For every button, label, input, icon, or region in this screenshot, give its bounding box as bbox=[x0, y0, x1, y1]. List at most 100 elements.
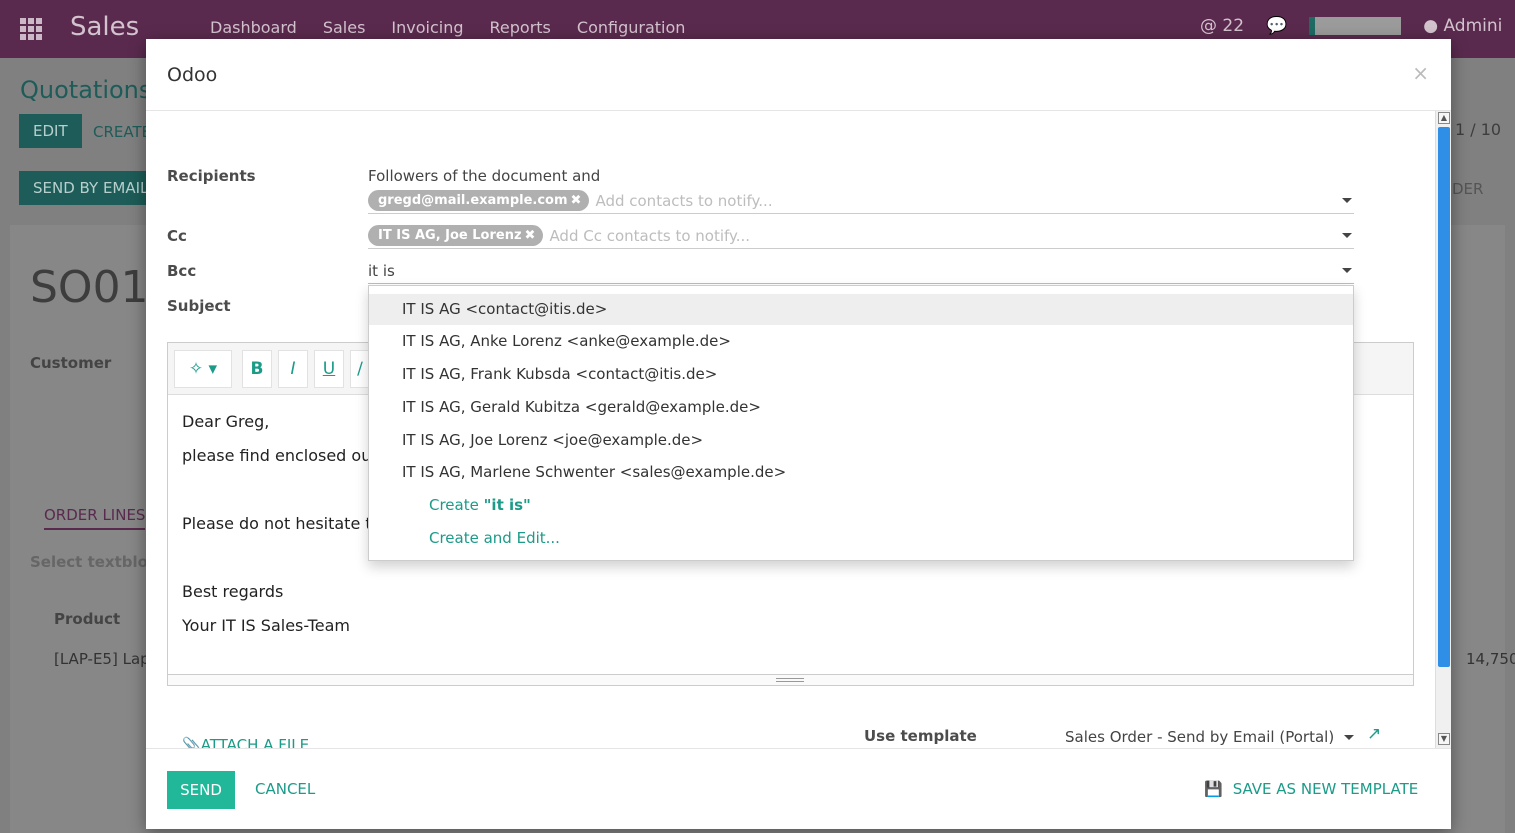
cc-field[interactable]: IT IS AG, Joe Lorenz ✖ bbox=[368, 223, 1354, 249]
notification-count: 22 bbox=[1222, 16, 1245, 36]
progress-box bbox=[1309, 17, 1402, 35]
editor-line: Dear Greg, bbox=[182, 412, 270, 431]
menu-configuration[interactable]: Configuration bbox=[577, 18, 686, 37]
recipient-tag-label: gregd@mail.example.com bbox=[378, 193, 568, 208]
cancel-button[interactable]: CANCEL bbox=[255, 780, 315, 798]
chevron-down-icon[interactable] bbox=[1342, 233, 1352, 238]
recipients-label: Recipients bbox=[167, 167, 256, 185]
attach-file-label: ATTACH A FILE bbox=[200, 736, 310, 748]
cc-tag-label: IT IS AG, Joe Lorenz bbox=[378, 228, 522, 243]
paperclip-icon: 📎 bbox=[182, 736, 201, 748]
customer-label: Customer bbox=[30, 354, 112, 372]
create-button[interactable]: CREATE bbox=[93, 123, 151, 141]
cc-input[interactable] bbox=[549, 226, 1150, 245]
editor-resize-handle[interactable] bbox=[168, 674, 1413, 685]
create-quick-option[interactable]: Create "it is" bbox=[429, 490, 531, 521]
pager: 1 / 10 bbox=[1455, 120, 1502, 139]
chevron-down-icon[interactable] bbox=[1342, 268, 1352, 273]
recipients-input[interactable] bbox=[595, 191, 1196, 210]
dialog-title: Odoo bbox=[167, 64, 218, 86]
status-step[interactable]: DER bbox=[1452, 180, 1483, 198]
editor-line: Please do not hesitate t bbox=[182, 514, 372, 533]
send-by-email-button[interactable]: SEND BY EMAIL bbox=[19, 171, 163, 205]
remove-tag-icon[interactable]: ✖ bbox=[571, 193, 582, 208]
italic-button[interactable]: I bbox=[278, 350, 308, 388]
autocomplete-option[interactable]: IT IS AG, Marlene Schwenter <sales@examp… bbox=[369, 457, 1353, 488]
close-icon[interactable]: × bbox=[1412, 61, 1429, 85]
editor-line bbox=[182, 541, 372, 575]
underline-icon: U bbox=[322, 359, 336, 379]
user-name: Admini bbox=[1443, 16, 1503, 36]
menu-dashboard[interactable]: Dashboard bbox=[210, 18, 297, 37]
bold-icon: B bbox=[250, 359, 264, 379]
save-template-label: SAVE AS NEW TEMPLATE bbox=[1232, 780, 1419, 798]
chat-icon[interactable]: 💬 bbox=[1266, 16, 1287, 36]
edit-button[interactable]: EDIT bbox=[19, 114, 82, 148]
scroll-down-icon[interactable]: ▼ bbox=[1438, 733, 1450, 745]
product-header: Product bbox=[54, 610, 121, 628]
tab-order-lines[interactable]: ORDER LINES bbox=[44, 506, 146, 530]
apps-grid-icon[interactable] bbox=[20, 18, 42, 40]
product-row[interactable]: [LAP-E5] Lap bbox=[54, 650, 150, 668]
save-as-template-button[interactable]: 💾 SAVE AS NEW TEMPLATE bbox=[1204, 780, 1418, 798]
chevron-down-icon[interactable] bbox=[1344, 735, 1354, 740]
cc-label: Cc bbox=[167, 227, 187, 245]
autocomplete-option[interactable]: IT IS AG <contact@itis.de> bbox=[369, 294, 1353, 325]
breadcrumb[interactable]: Quotations bbox=[20, 76, 151, 104]
autocomplete-option[interactable]: IT IS AG, Joe Lorenz <joe@example.de> bbox=[369, 425, 1353, 456]
autocomplete-option[interactable]: IT IS AG, Anke Lorenz <anke@example.de> bbox=[369, 326, 1353, 357]
grip-icon bbox=[776, 678, 804, 682]
template-select[interactable]: Sales Order - Send by Email (Portal) bbox=[1065, 728, 1335, 746]
menu-sales[interactable]: Sales bbox=[323, 18, 366, 37]
eraser-button[interactable]: ∕ bbox=[350, 350, 370, 388]
bcc-field[interactable] bbox=[368, 258, 1354, 284]
autocomplete-option[interactable]: IT IS AG, Frank Kubsda <contact@itis.de> bbox=[369, 359, 1353, 390]
send-button[interactable]: SEND bbox=[167, 771, 235, 809]
magic-wand-icon: ✧ ▾ bbox=[188, 359, 218, 379]
editor-line: Your IT IS Sales-Team bbox=[182, 616, 350, 635]
dialog-body: Recipients Followers of the document and… bbox=[146, 111, 1436, 748]
amount-cell: 14,750 bbox=[1466, 650, 1515, 668]
underline-button[interactable]: U bbox=[314, 350, 344, 388]
remove-tag-icon[interactable]: ✖ bbox=[525, 228, 536, 243]
mentions-counter[interactable]: @ 22 bbox=[1200, 16, 1244, 36]
scroll-thumb[interactable] bbox=[1438, 127, 1450, 667]
editor-content[interactable]: Dear Greg, please find enclosed ou Pleas… bbox=[182, 405, 372, 643]
template-label: Use template bbox=[864, 727, 977, 745]
editor-line: Best regards bbox=[182, 582, 284, 601]
chevron-down-icon[interactable] bbox=[1342, 198, 1352, 203]
recipients-text: Followers of the document and bbox=[368, 167, 601, 185]
bcc-input[interactable] bbox=[368, 261, 1268, 280]
top-menu: Dashboard Sales Invoicing Reports Config… bbox=[210, 18, 685, 37]
external-link-icon[interactable]: ↗ bbox=[1367, 724, 1381, 744]
compose-email-dialog: Odoo × Recipients Followers of the docum… bbox=[146, 39, 1451, 829]
create-and-edit-option[interactable]: Create and Edit... bbox=[429, 523, 560, 554]
style-dropdown-button[interactable]: ✧ ▾ bbox=[174, 350, 232, 388]
autocomplete-option[interactable]: IT IS AG, Gerald Kubitza <gerald@example… bbox=[369, 392, 1353, 423]
editor-line bbox=[182, 473, 372, 507]
eraser-icon: ∕ bbox=[357, 359, 363, 379]
subject-label: Subject bbox=[167, 297, 231, 315]
dialog-footer: SEND CANCEL 💾 SAVE AS NEW TEMPLATE bbox=[146, 748, 1451, 829]
cc-tag: IT IS AG, Joe Lorenz ✖ bbox=[368, 225, 544, 246]
create-prefix: Create bbox=[429, 496, 484, 514]
app-name: Sales bbox=[70, 12, 140, 42]
textblock-label: Select textbloc bbox=[30, 553, 157, 571]
recipient-tag: gregd@mail.example.com ✖ bbox=[368, 190, 590, 211]
attach-file-button[interactable]: 📎ATTACH A FILE bbox=[182, 736, 309, 748]
bcc-label: Bcc bbox=[167, 262, 197, 280]
scroll-up-icon[interactable]: ▲ bbox=[1438, 112, 1450, 124]
dialog-scrollbar[interactable]: ▲ ▼ bbox=[1435, 111, 1451, 748]
floppy-disk-icon: 💾 bbox=[1204, 780, 1223, 798]
editor-line: please find enclosed ou bbox=[182, 446, 372, 465]
create-term: "it is" bbox=[483, 496, 531, 514]
user-menu[interactable]: ● Admini bbox=[1423, 16, 1502, 36]
recipients-field[interactable]: gregd@mail.example.com ✖ bbox=[368, 188, 1354, 214]
italic-icon: I bbox=[290, 359, 296, 379]
bold-button[interactable]: B bbox=[242, 350, 272, 388]
menu-invoicing[interactable]: Invoicing bbox=[391, 18, 463, 37]
top-right-area: @ 22 💬 ● Admini bbox=[1200, 16, 1502, 36]
bcc-autocomplete-dropdown: IT IS AG <contact@itis.de> IT IS AG, Ank… bbox=[368, 285, 1354, 561]
dialog-header: Odoo × bbox=[146, 39, 1451, 111]
menu-reports[interactable]: Reports bbox=[490, 18, 551, 37]
